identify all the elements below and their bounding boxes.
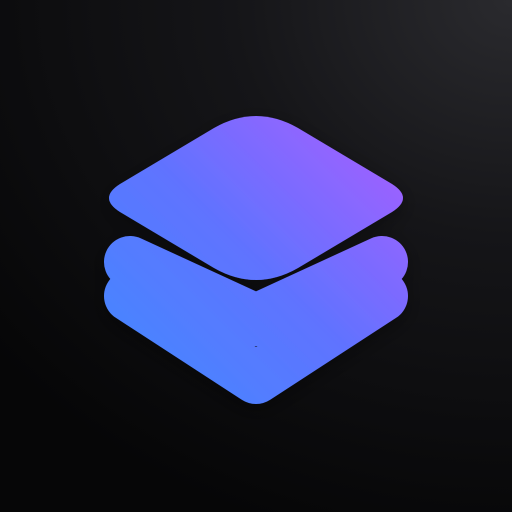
layers-group [104, 116, 408, 404]
stacked-layers-icon [104, 116, 408, 404]
app-icon [0, 0, 512, 512]
